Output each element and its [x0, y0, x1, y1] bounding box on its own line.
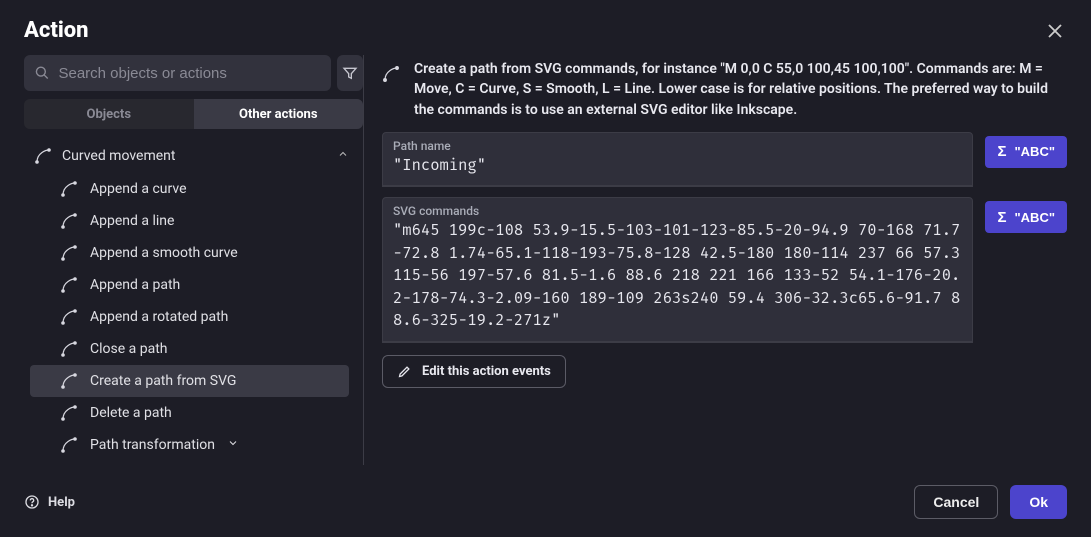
tree-item[interactable]: Append a path — [30, 269, 349, 301]
tree-item[interactable]: Path transformation — [30, 429, 349, 461]
action-description: Create a path from SVG commands, for ins… — [414, 59, 1067, 120]
curve-icon — [60, 436, 78, 454]
tab-objects[interactable]: Objects — [24, 99, 194, 129]
tree-item[interactable]: Create a path from SVG — [30, 365, 349, 397]
edit-action-events-label: Edit this action events — [422, 364, 551, 379]
edit-action-events-button[interactable]: Edit this action events — [382, 355, 566, 388]
filter-button[interactable] — [337, 55, 363, 91]
curve-icon — [60, 340, 78, 358]
tree-item-label: Close a path — [90, 341, 167, 357]
tree-item-label: Path transformation — [90, 437, 215, 453]
sigma-label: "ABC" — [1015, 210, 1056, 225]
curve-icon — [60, 404, 78, 422]
curve-icon — [34, 147, 52, 165]
close-button[interactable] — [1043, 19, 1067, 43]
param-label: Path name — [393, 139, 962, 153]
help-label: Help — [48, 495, 75, 510]
tree-item-label: Append a line — [90, 213, 174, 229]
ok-button[interactable]: Ok — [1010, 485, 1067, 519]
tab-other-actions[interactable]: Other actions — [194, 99, 364, 129]
chevron-up-icon — [337, 148, 349, 164]
tree-item-label: Delete a path — [90, 405, 172, 421]
close-icon — [1047, 23, 1063, 39]
tree-item-label: Append a path — [90, 277, 180, 293]
search-input[interactable] — [58, 65, 321, 82]
sigma-icon: Σ — [997, 143, 1006, 160]
filter-icon — [342, 65, 358, 81]
tree-item-label: Append a curve — [90, 181, 187, 197]
dialog-title: Action — [24, 18, 89, 43]
pencil-icon — [397, 364, 412, 379]
search-icon — [34, 64, 50, 82]
curve-icon — [60, 372, 78, 390]
tree-group-curved-movement[interactable]: Curved movement — [24, 139, 355, 173]
curve-icon — [60, 212, 78, 230]
tree-item[interactable]: Append a rotated path — [30, 301, 349, 333]
param-field[interactable]: Path name "Incoming" — [382, 132, 973, 187]
tree-item[interactable]: Close a path — [30, 333, 349, 365]
cancel-button[interactable]: Cancel — [914, 485, 998, 519]
param-value: "m645 199c-108 53.9-15.5-103-101-123-85.… — [393, 220, 962, 332]
tree-item-label: Append a rotated path — [90, 309, 228, 325]
curve-icon — [382, 63, 400, 81]
param-value: "Incoming" — [393, 155, 962, 177]
tree-item-label: Append a smooth curve — [90, 245, 238, 261]
tree-group-label: Curved movement — [62, 148, 175, 164]
curve-icon — [60, 276, 78, 294]
right-panel: Create a path from SVG commands, for ins… — [382, 55, 1067, 465]
curve-icon — [60, 180, 78, 198]
search-box[interactable] — [24, 55, 331, 91]
tree-item[interactable]: Append a smooth curve — [30, 237, 349, 269]
left-panel: Objects Other actions Curved movement App… — [24, 55, 364, 465]
help-icon — [24, 494, 40, 510]
tree-item[interactable]: Append a line — [30, 205, 349, 237]
action-tree[interactable]: Curved movement Append a curve Append a li… — [24, 139, 363, 465]
param-field[interactable]: SVG commands "m645 199c-108 53.9-15.5-103… — [382, 197, 973, 342]
tree-item[interactable]: Append a curve — [30, 173, 349, 205]
sigma-label: "ABC" — [1015, 144, 1056, 159]
param-label: SVG commands — [393, 204, 962, 218]
sigma-icon: Σ — [997, 209, 1006, 226]
chevron-down-icon — [227, 437, 239, 453]
tree-item-label: Create a path from SVG — [90, 373, 236, 389]
curve-icon — [60, 244, 78, 262]
expression-mode-button[interactable]: Σ "ABC" — [985, 201, 1067, 233]
help-link[interactable]: Help — [24, 494, 75, 510]
tree-item[interactable]: Delete a path — [30, 397, 349, 429]
curve-icon — [60, 308, 78, 326]
expression-mode-button[interactable]: Σ "ABC" — [985, 136, 1067, 168]
